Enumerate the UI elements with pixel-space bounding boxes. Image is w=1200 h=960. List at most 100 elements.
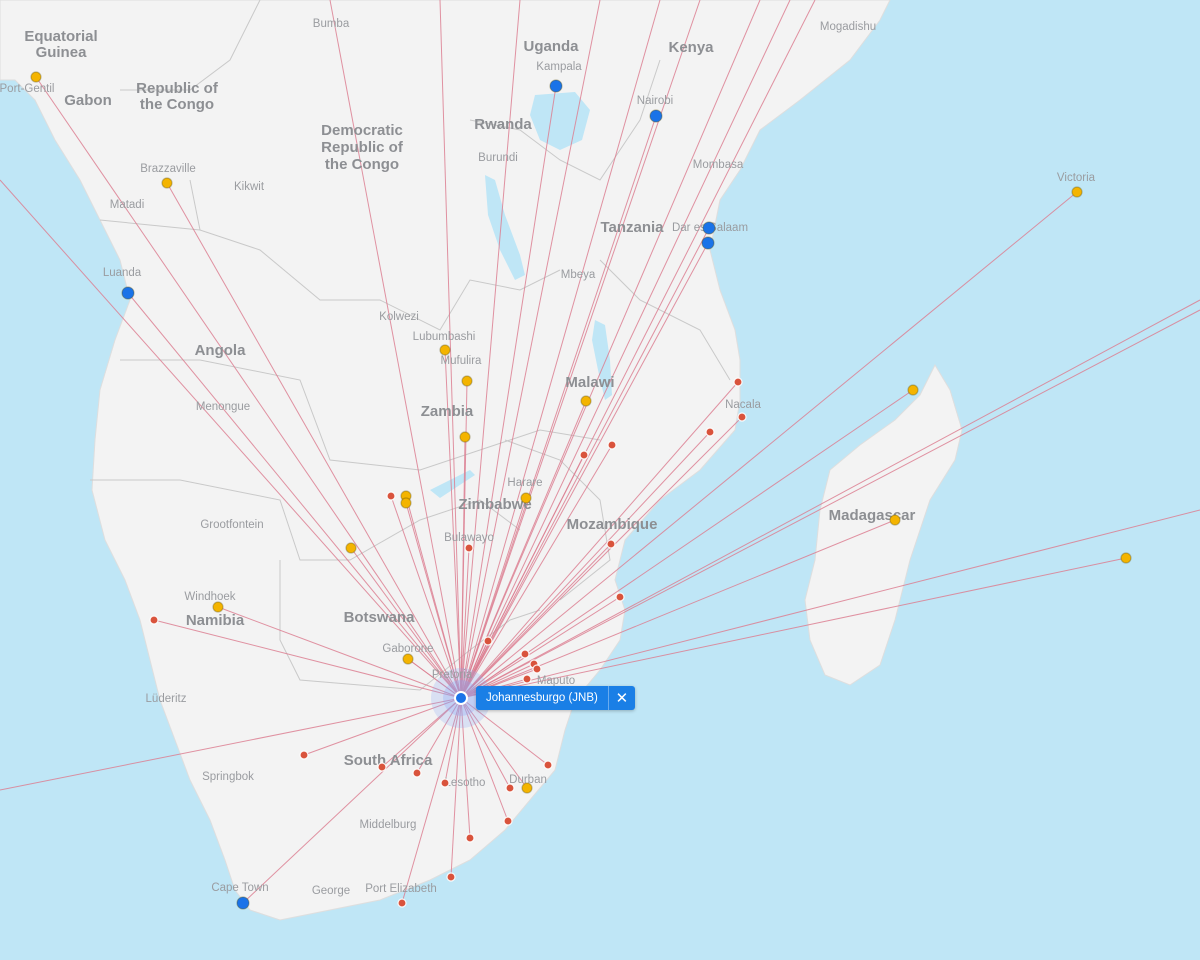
airport-marker-blue[interactable] [701, 236, 715, 250]
airport-marker-yellow[interactable] [580, 395, 592, 407]
airport-marker-blue[interactable] [702, 221, 716, 235]
country-label: Madagascar [829, 507, 916, 524]
city-label: Harare [507, 477, 542, 489]
city-label: Burundi [478, 152, 518, 164]
airport-marker-yellow[interactable] [402, 653, 414, 665]
city-label: Lüderitz [146, 693, 187, 705]
airport-marker-red[interactable] [412, 768, 422, 778]
country-label: the Congo [325, 156, 399, 173]
airport-marker-blue[interactable] [236, 896, 250, 910]
airport-marker-yellow[interactable] [212, 601, 224, 613]
country-label: Republic of [321, 139, 404, 156]
city-label: Pretoria [432, 669, 473, 681]
airport-marker-yellow[interactable] [161, 177, 173, 189]
airport-marker-red[interactable] [737, 412, 747, 422]
city-label: Grootfontein [200, 519, 263, 531]
airport-marker-yellow[interactable] [1120, 552, 1132, 564]
city-label: Brazzaville [140, 163, 196, 175]
airport-marker-yellow[interactable] [459, 431, 471, 443]
airport-marker-yellow[interactable] [907, 384, 919, 396]
country-label: Guinea [36, 44, 88, 61]
airport-marker-yellow[interactable] [30, 71, 42, 83]
city-label: Lubumbashi [413, 331, 476, 343]
country-label: Kenya [668, 39, 714, 56]
city-label: Menongue [196, 401, 250, 413]
airport-marker-yellow[interactable] [1071, 186, 1083, 198]
country-label: Tanzania [600, 219, 664, 236]
airport-marker-blue[interactable] [649, 109, 663, 123]
city-label: Victoria [1057, 172, 1096, 184]
airport-marker-yellow[interactable] [400, 497, 412, 509]
country-label: Namibia [186, 612, 245, 629]
city-label: George [312, 885, 350, 897]
city-label: Bumba [313, 18, 350, 30]
airport-marker-red[interactable] [149, 615, 159, 625]
airport-marker-red[interactable] [615, 592, 625, 602]
airport-marker-red[interactable] [386, 491, 396, 501]
city-label: Kampala [536, 61, 582, 73]
city-label: Middelburg [360, 819, 417, 831]
airport-marker-red[interactable] [606, 539, 616, 549]
airport-marker-yellow[interactable] [521, 782, 533, 794]
city-label: Nairobi [637, 95, 673, 107]
airport-marker-red[interactable] [503, 816, 513, 826]
country-label: Angola [195, 342, 246, 359]
airport-marker-yellow[interactable] [889, 514, 901, 526]
city-label: Mufulira [441, 355, 483, 367]
airport-marker-red[interactable] [579, 450, 589, 460]
airport-marker-yellow[interactable] [439, 344, 451, 356]
country-label: Republic of [136, 80, 219, 97]
country-label: South Africa [344, 752, 433, 769]
hub-marker[interactable] [454, 691, 468, 705]
city-label: Mogadishu [820, 21, 876, 33]
airport-marker-red[interactable] [397, 898, 407, 908]
country-label: Malawi [565, 374, 614, 391]
country-label: Zambia [421, 403, 474, 420]
airport-marker-red[interactable] [733, 377, 743, 387]
city-label: Springbok [202, 771, 254, 783]
airport-marker-red[interactable] [440, 778, 450, 788]
country-label: Mozambique [567, 516, 658, 533]
city-label: Mombasa [693, 159, 744, 171]
airport-popup: Johannesburgo (JNB) ✕ [476, 686, 635, 710]
airport-marker-red[interactable] [446, 872, 456, 882]
close-icon[interactable]: ✕ [607, 686, 635, 710]
airport-marker-red[interactable] [532, 664, 542, 674]
airport-marker-red[interactable] [607, 440, 617, 450]
airport-marker-red[interactable] [377, 762, 387, 772]
city-label: Kolwezi [379, 311, 419, 323]
city-label: Nacala [725, 399, 761, 411]
airport-marker-red[interactable] [299, 750, 309, 760]
country-label: Democratic [321, 122, 403, 139]
airport-marker-red[interactable] [483, 636, 493, 646]
city-label: Bulawayo [444, 532, 494, 544]
city-label: Gaborone [382, 643, 433, 655]
airport-marker-blue[interactable] [121, 286, 135, 300]
airport-marker-red[interactable] [705, 427, 715, 437]
airport-marker-red[interactable] [520, 649, 530, 659]
airport-marker-yellow[interactable] [345, 542, 357, 554]
country-label: Botswana [344, 609, 416, 626]
country-label: Equatorial [24, 28, 97, 45]
airport-marker-red[interactable] [464, 543, 474, 553]
airport-marker-red[interactable] [505, 783, 515, 793]
city-label: Matadi [110, 199, 145, 211]
city-label: Windhoek [184, 591, 235, 603]
airport-marker-red[interactable] [465, 833, 475, 843]
city-label: Kikwit [234, 181, 265, 193]
airport-marker-blue[interactable] [549, 79, 563, 93]
country-label: Rwanda [474, 116, 532, 133]
city-label: Port-Gentil [0, 83, 54, 95]
city-label: Cape Town [211, 882, 268, 894]
airport-marker-red[interactable] [522, 674, 532, 684]
airport-marker-yellow[interactable] [461, 375, 473, 387]
city-label: Lesotho [445, 777, 486, 789]
city-label: Mbeya [561, 269, 596, 281]
country-label: Uganda [523, 38, 579, 55]
airport-marker-yellow[interactable] [520, 492, 532, 504]
route-map[interactable]: EquatorialGuineaGabonRepublic ofthe Cong… [0, 0, 1200, 960]
country-label: the Congo [140, 96, 214, 113]
airport-marker-red[interactable] [543, 760, 553, 770]
city-label: Luanda [103, 267, 142, 279]
airport-popup-label: Johannesburgo (JNB) [486, 692, 598, 704]
